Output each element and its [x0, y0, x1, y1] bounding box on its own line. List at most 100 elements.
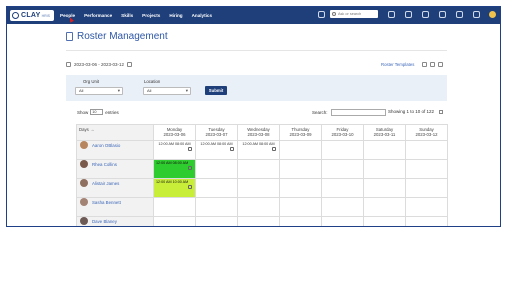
avatar — [80, 198, 88, 206]
day-date: 2023-03-11 — [373, 132, 396, 137]
shift-cell[interactable] — [237, 197, 280, 217]
notification-bell-icon[interactable] — [405, 10, 412, 18]
entries-control: Show 10 entries — [77, 109, 119, 115]
entries-select[interactable]: 10 — [90, 109, 104, 115]
shift-cell[interactable] — [363, 216, 406, 226]
clay-logo[interactable]: CLAY HRIS — [10, 10, 54, 21]
shift-cell[interactable] — [195, 216, 238, 226]
layers-icon[interactable] — [388, 10, 395, 18]
nav-performance[interactable]: Performance — [84, 13, 112, 18]
app-window: CLAY HRIS People Performance Skills Proj… — [6, 6, 501, 227]
shift-cell[interactable] — [321, 140, 364, 160]
shift-time: 12:00 AM 08:00 AM — [158, 142, 191, 146]
apps-icon[interactable] — [439, 10, 446, 18]
submit-button[interactable]: Submit — [205, 86, 227, 95]
shift-cell[interactable]: 12:00 AM 10:00 AM — [153, 178, 196, 198]
shift-cell[interactable]: 12:00 AM 08:00 AM — [153, 159, 196, 179]
org-unit-select[interactable]: All — [75, 87, 123, 95]
location-label: Location — [144, 79, 161, 84]
thumbs-up-icon[interactable] — [272, 147, 276, 151]
shift-cell[interactable] — [363, 178, 406, 198]
global-search-input[interactable]: Ask or search — [330, 10, 378, 18]
nav-hiring[interactable]: Hiring — [169, 13, 182, 18]
table-search-label: Search: — [312, 110, 328, 115]
shift-cell[interactable] — [363, 159, 406, 179]
shift-cell[interactable] — [405, 178, 448, 198]
shift-cell[interactable] — [153, 197, 196, 217]
shift-cell[interactable] — [279, 159, 322, 179]
roster-document-icon — [66, 32, 73, 41]
table-row: Aaron OBlasio 12:00 AM 08:00 AM 12:00 AM… — [76, 140, 448, 160]
table-row: Dave Blaney — [76, 216, 448, 226]
shift-cell[interactable] — [405, 140, 448, 160]
shift-cell[interactable] — [405, 159, 448, 179]
shift-cell[interactable]: 12:00 AM 08:00 AM — [195, 140, 238, 160]
roster-templates-link[interactable]: Roster Templates — [381, 62, 414, 67]
brand-name: CLAY — [21, 12, 41, 19]
org-unit-label: Org Unit — [83, 79, 99, 84]
shift-cell[interactable] — [363, 197, 406, 217]
nav-projects[interactable]: Projects — [142, 13, 160, 18]
user-avatar[interactable] — [489, 10, 496, 18]
info-icon[interactable] — [439, 110, 443, 114]
calendar-prev-icon[interactable] — [66, 62, 71, 67]
clay-logo-mark — [12, 12, 19, 19]
employee-name[interactable]: Dave Blaney — [92, 219, 117, 224]
thumbs-up-icon[interactable] — [188, 166, 192, 170]
thumbs-up-icon[interactable] — [188, 147, 192, 151]
nav-skills[interactable]: Skills — [121, 13, 133, 18]
employee-name[interactable]: Rhea Collins — [92, 162, 117, 167]
date-range-picker: 2023-03-06 - 2023-03-12 — [66, 62, 133, 67]
shift-cell[interactable] — [279, 178, 322, 198]
nav-analytics[interactable]: Analytics — [192, 13, 212, 18]
thumbs-up-icon[interactable] — [188, 185, 192, 189]
shift-cell[interactable] — [321, 216, 364, 226]
shift-cell[interactable]: 12:00 AM 08:00 AM — [237, 140, 280, 160]
shift-cell[interactable] — [363, 140, 406, 160]
day-date: 2023-03-12 — [415, 132, 438, 137]
brand-sub: HRIS — [41, 13, 50, 18]
shift-cell[interactable] — [153, 216, 196, 226]
shift-cell[interactable] — [195, 197, 238, 217]
shift-cell[interactable] — [321, 178, 364, 198]
roster-tools: Roster Templates — [381, 62, 444, 67]
search-placeholder: Ask or search — [338, 12, 362, 16]
employee-name[interactable]: Aaron OBlasio — [92, 143, 120, 148]
shift-cell[interactable] — [237, 159, 280, 179]
upload-icon[interactable] — [422, 62, 428, 67]
mail-icon[interactable] — [422, 10, 429, 18]
shift-cell[interactable] — [279, 216, 322, 226]
employee-cell: Dave Blaney — [76, 216, 154, 226]
shift-cell[interactable] — [237, 178, 280, 198]
edit-icon[interactable] — [438, 62, 444, 67]
date-range-text[interactable]: 2023-03-06 - 2023-03-12 — [74, 62, 124, 67]
shift-time: 12:00 AM 08:00 AM — [156, 161, 189, 165]
shift-cell[interactable] — [195, 159, 238, 179]
location-select[interactable]: All — [143, 87, 191, 95]
shift-cell[interactable] — [279, 197, 322, 217]
shift-cell[interactable] — [405, 197, 448, 217]
shift-time: 12:00 AM 08:00 AM — [242, 142, 275, 146]
image-icon[interactable] — [430, 62, 436, 67]
shift-cell[interactable]: 12:00 AM 08:00 AM — [153, 140, 196, 160]
employee-name[interactable]: Alistair James — [92, 181, 119, 186]
employee-name[interactable]: Sasha Bennett — [92, 200, 121, 205]
employee-cell: Aaron OBlasio — [76, 140, 154, 160]
help-icon[interactable] — [456, 10, 463, 18]
show-label: Show — [77, 109, 89, 115]
shift-cell[interactable] — [237, 216, 280, 226]
shift-cell[interactable] — [321, 197, 364, 217]
page-header: Roster Management — [66, 31, 168, 42]
calendar-icon[interactable] — [318, 10, 325, 18]
table-search-input[interactable] — [330, 109, 386, 116]
table-row: Rhea Collins 12:00 AM 08:00 AM — [76, 159, 448, 179]
shift-cell[interactable] — [279, 140, 322, 160]
calendar-icon[interactable] — [127, 62, 133, 67]
shift-cell[interactable] — [195, 178, 238, 198]
shift-cell[interactable] — [321, 159, 364, 179]
thumbs-up-icon[interactable] — [230, 147, 234, 151]
days-header: Days → — [76, 124, 154, 141]
table-row: Alistair James 12:00 AM 10:00 AM — [76, 178, 448, 198]
settings-icon[interactable] — [473, 10, 480, 18]
shift-cell[interactable] — [405, 216, 448, 226]
